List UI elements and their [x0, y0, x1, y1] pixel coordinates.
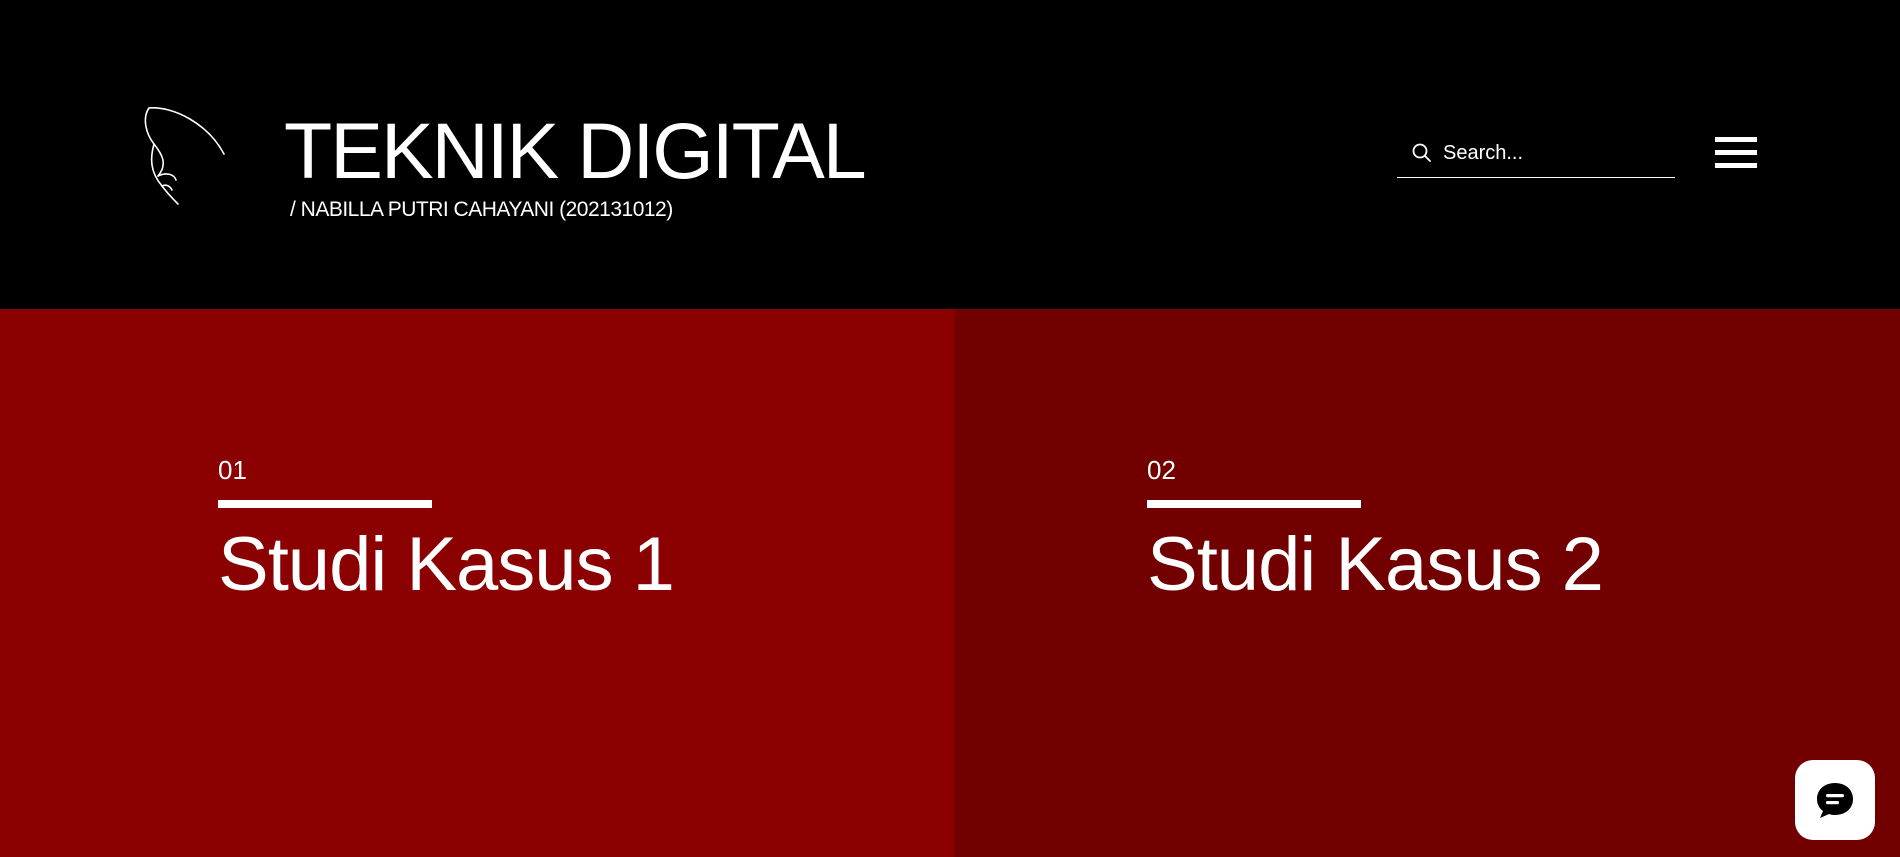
panel-divider — [1147, 500, 1361, 508]
panel-title[interactable]: Studi Kasus 2 — [1147, 519, 1604, 611]
site-subtitle: / NABILLA PUTRI CAHAYANI (202131012) — [290, 198, 673, 221]
page: TEKNIK DIGITAL / NABILLA PUTRI CAHAYANI … — [0, 0, 1900, 857]
chat-bubble-icon — [1817, 783, 1853, 818]
panel-divider — [218, 500, 432, 508]
site-header: TEKNIK DIGITAL / NABILLA PUTRI CAHAYANI … — [0, 0, 1900, 309]
search-icon[interactable] — [1410, 141, 1434, 165]
case-study-panel-1[interactable]: 01 Studi Kasus 1 — [0, 309, 954, 857]
panel-number: 02 — [1147, 455, 1176, 485]
search-input[interactable] — [1443, 136, 1665, 170]
panel-title[interactable]: Studi Kasus 1 — [218, 519, 675, 611]
site-logo[interactable] — [140, 102, 240, 212]
feather-outline-icon — [144, 107, 225, 205]
search-box[interactable] — [1397, 132, 1675, 178]
chat-button[interactable] — [1795, 760, 1875, 840]
case-study-panel-2[interactable]: 02 Studi Kasus 2 — [954, 309, 1900, 857]
hamburger-menu-button[interactable] — [1713, 133, 1759, 173]
panel-number: 01 — [218, 455, 247, 485]
site-title[interactable]: TEKNIK DIGITAL — [284, 103, 867, 199]
